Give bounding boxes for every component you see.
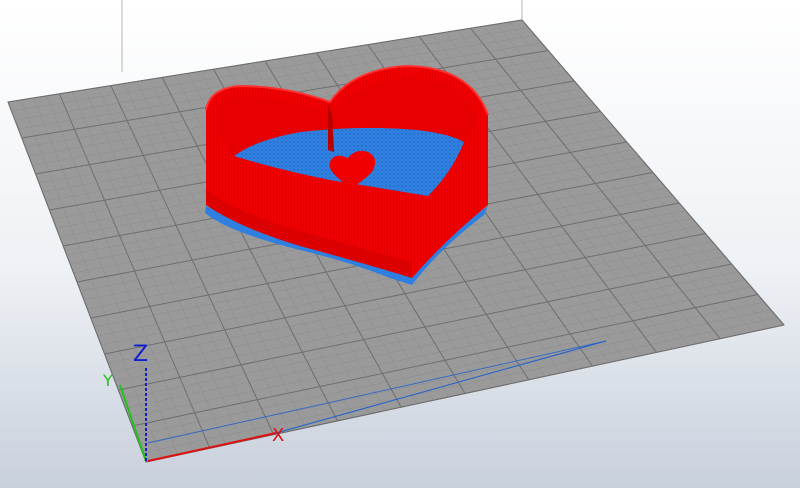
z-axis-label: Z — [133, 342, 148, 367]
y-axis-label: Y — [102, 371, 113, 390]
x-axis-label: X — [272, 425, 284, 446]
3d-viewport[interactable]: Z Y X — [0, 0, 800, 488]
